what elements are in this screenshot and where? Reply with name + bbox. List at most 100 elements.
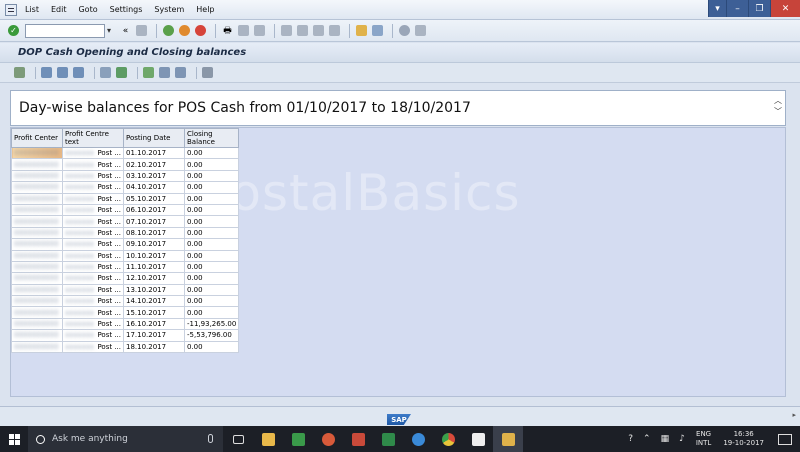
profit-center-cell[interactable]: 0000000000 xyxy=(11,203,63,217)
previous-page-icon[interactable] xyxy=(296,24,309,37)
menu-list[interactable]: List xyxy=(25,5,39,14)
volume-icon[interactable]: ♪ xyxy=(679,434,685,444)
calculator-icon[interactable] xyxy=(463,426,493,452)
menu-system[interactable]: System xyxy=(154,5,184,14)
table-row[interactable]: 0000000000 xxxxxxx Post ... 09.10.2017 0.00 xyxy=(11,238,240,251)
closing-balance-cell[interactable]: -11,93,265.00 xyxy=(183,317,240,331)
closing-balance-cell[interactable]: 0.00 xyxy=(183,146,240,160)
profit-center-cell[interactable]: 0000000000 xyxy=(11,329,63,342)
layout-icon[interactable] xyxy=(414,24,427,37)
column-header-profit-centre-text[interactable]: Profit Centre text xyxy=(62,128,124,148)
chevron-up-icon[interactable]: ⌃ xyxy=(643,434,651,444)
posting-date-cell[interactable]: 01.10.2017 xyxy=(123,146,185,160)
ca-app-icon[interactable] xyxy=(283,426,313,452)
table-row[interactable]: 0000000000 xxxxxxx Post ... 18.10.2017 0.00 xyxy=(11,340,240,354)
profit-centre-text-cell[interactable]: xxxxxxx Post ... xyxy=(62,295,124,308)
command-field[interactable] xyxy=(25,23,105,38)
menu-settings[interactable]: Settings xyxy=(110,5,143,14)
closing-balance-cell[interactable]: 0.00 xyxy=(183,158,240,171)
profit-center-cell[interactable]: 0000000000 xyxy=(11,340,63,354)
table-row[interactable]: 0000000000 xxxxxxx Post ... 13.10.2017 0.00 xyxy=(11,283,240,297)
change-layout-icon[interactable] xyxy=(159,67,170,78)
profit-centre-text-cell[interactable]: xxxxxxx Post ... xyxy=(62,260,124,274)
filter-icon[interactable] xyxy=(73,67,84,78)
close-icon[interactable]: ✕ xyxy=(770,0,800,17)
posting-date-cell[interactable]: 15.10.2017 xyxy=(123,306,185,319)
menu-help[interactable]: Help xyxy=(196,5,214,14)
profit-center-cell[interactable]: 0000000000 xyxy=(11,238,63,251)
network-icon[interactable]: ▦ xyxy=(661,434,670,444)
posting-date-cell[interactable]: 04.10.2017 xyxy=(123,181,185,194)
profit-centre-text-cell[interactable]: xxxxxxx Post ... xyxy=(62,340,124,354)
column-header-posting-date[interactable]: Posting Date xyxy=(123,128,185,148)
closing-balance-cell[interactable]: 0.00 xyxy=(183,295,240,308)
table-row[interactable]: 0000000000 xxxxxxx Post ... 12.10.2017 0.00 xyxy=(11,272,240,285)
action-center-icon[interactable] xyxy=(778,433,792,445)
profit-centre-text-cell[interactable]: xxxxxxx Post ... xyxy=(62,192,124,205)
profit-center-cell[interactable]: 0000000000 xyxy=(11,226,63,240)
create-session-icon[interactable] xyxy=(355,24,368,37)
chrome-icon[interactable] xyxy=(433,426,463,452)
table-row[interactable]: 0000000000 xxxxxxx Post ... 05.10.2017 0.00 xyxy=(11,192,240,205)
closing-balance-cell[interactable]: 0.00 xyxy=(183,260,240,274)
posting-date-cell[interactable]: 05.10.2017 xyxy=(123,192,185,205)
closing-balance-cell[interactable]: 0.00 xyxy=(183,306,240,319)
send-icon[interactable] xyxy=(143,67,154,78)
profit-centre-text-cell[interactable]: xxxxxxx Post ... xyxy=(62,226,124,240)
posting-date-cell[interactable]: 10.10.2017 xyxy=(123,249,185,262)
menu-edit[interactable]: Edit xyxy=(51,5,67,14)
closing-balance-cell[interactable]: 0.00 xyxy=(183,272,240,285)
help-tray-icon[interactable]: ? xyxy=(628,434,633,444)
profit-centre-text-cell[interactable]: xxxxxxx Post ... xyxy=(62,203,124,217)
closing-balance-cell[interactable]: 0.00 xyxy=(183,249,240,262)
internet-explorer-icon[interactable] xyxy=(403,426,433,452)
profit-center-cell[interactable]: 0000000000 xyxy=(11,249,63,262)
microphone-icon[interactable] xyxy=(208,434,213,443)
posting-date-cell[interactable]: 07.10.2017 xyxy=(123,215,185,228)
closing-balance-cell[interactable]: -5,53,796.00 xyxy=(183,329,240,342)
profit-center-cell[interactable]: 0000000000 xyxy=(11,283,63,297)
back-icon[interactable] xyxy=(162,24,175,37)
next-page-icon[interactable] xyxy=(312,24,325,37)
closing-balance-cell[interactable]: 0.00 xyxy=(183,238,240,251)
profit-centre-text-cell[interactable]: xxxxxxx Post ... xyxy=(62,317,124,331)
table-row[interactable]: 0000000000 xxxxxxx Post ... 08.10.2017 0.00 xyxy=(11,226,240,240)
sort-descending-icon[interactable] xyxy=(57,67,68,78)
table-row[interactable]: 0000000000 xxxxxxx Post ... 04.10.2017 0.00 xyxy=(11,181,240,194)
posting-date-cell[interactable]: 09.10.2017 xyxy=(123,238,185,251)
profit-center-cell[interactable]: 0000000000 xyxy=(11,260,63,274)
profit-centre-text-cell[interactable]: xxxxxxx Post ... xyxy=(62,169,124,183)
profit-centre-text-cell[interactable]: xxxxxxx Post ... xyxy=(62,146,124,160)
scroll-up-icon[interactable]: ︿ xyxy=(774,95,782,106)
language-indicator[interactable]: ENG INTL xyxy=(696,430,711,448)
sap-menu-icon[interactable] xyxy=(5,3,17,16)
menu-goto[interactable]: Goto xyxy=(78,5,97,14)
enter-icon[interactable]: ✓ xyxy=(8,25,19,36)
table-row[interactable]: 0000000000 xxxxxxx Post ... 16.10.2017 -11,9… xyxy=(11,317,240,331)
table-row[interactable]: 0000000000 xxxxxxx Post ... 17.10.2017 -5,53… xyxy=(11,329,240,342)
posting-date-cell[interactable]: 03.10.2017 xyxy=(123,169,185,183)
minimize-icon[interactable]: – xyxy=(726,0,748,17)
profit-center-cell[interactable]: 0000000000 xyxy=(11,158,63,171)
posting-date-cell[interactable]: 14.10.2017 xyxy=(123,295,185,308)
profit-centre-text-cell[interactable]: xxxxxxx Post ... xyxy=(62,158,124,171)
clock[interactable]: 16:36 19-10-2017 xyxy=(723,430,764,448)
column-header-profit-center[interactable]: Profit Center xyxy=(11,128,63,148)
posting-date-cell[interactable]: 06.10.2017 xyxy=(123,203,185,217)
profit-centre-text-cell[interactable]: xxxxxxx Post ... xyxy=(62,238,124,251)
select-layout-icon[interactable] xyxy=(175,67,186,78)
profit-center-cell[interactable]: 0000000000 xyxy=(11,181,63,194)
profit-center-cell[interactable]: 0000000000 xyxy=(11,215,63,228)
profit-centre-text-cell[interactable]: xxxxxxx Post ... xyxy=(62,272,124,285)
posting-date-cell[interactable]: 18.10.2017 xyxy=(123,340,185,354)
restore-icon[interactable]: ❐ xyxy=(748,0,770,17)
find-icon[interactable] xyxy=(237,24,250,37)
find-next-icon[interactable] xyxy=(253,24,266,37)
profit-centre-text-cell[interactable]: xxxxxxx Post ... xyxy=(62,306,124,319)
collapse-icon[interactable]: « xyxy=(119,24,132,37)
closing-balance-cell[interactable]: 0.00 xyxy=(183,203,240,217)
table-row[interactable]: 0000000000 xxxxxxx Post ... 14.10.2017 0.00 xyxy=(11,295,240,308)
posting-date-cell[interactable]: 02.10.2017 xyxy=(123,158,185,171)
closing-balance-cell[interactable]: 0.00 xyxy=(183,169,240,183)
profit-center-cell[interactable]: 0000000000 xyxy=(11,306,63,319)
